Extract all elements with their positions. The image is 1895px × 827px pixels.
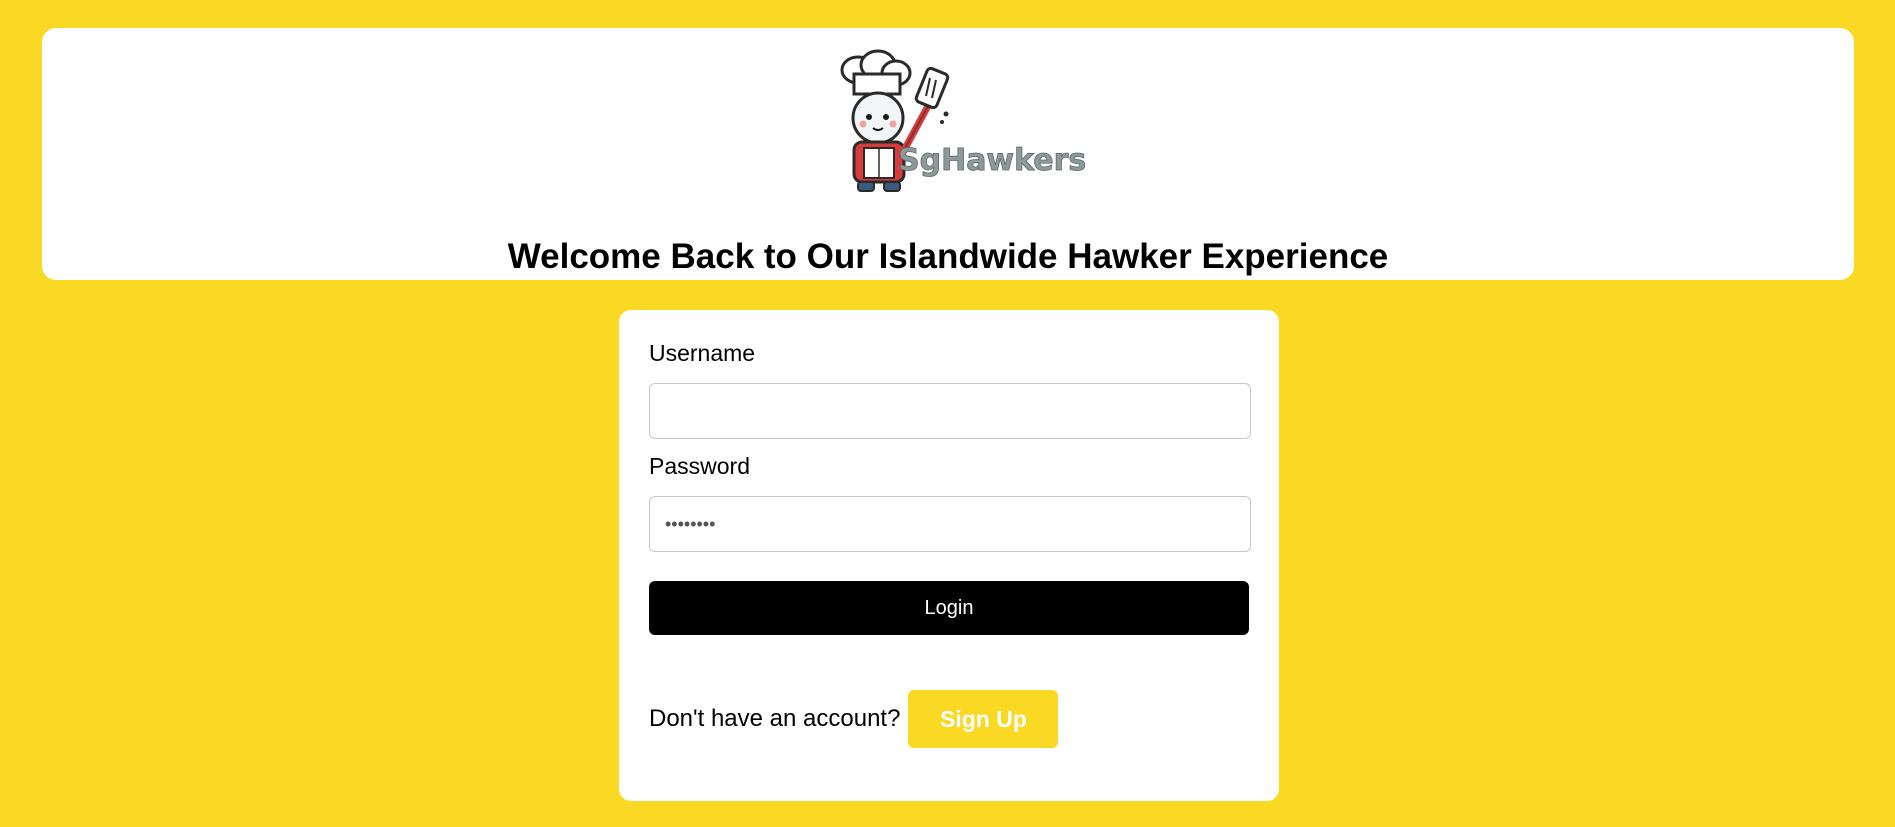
username-label: Username bbox=[649, 340, 756, 366]
username-input[interactable] bbox=[649, 383, 1251, 439]
page-title: Welcome Back to Our Islandwide Hawker Ex… bbox=[507, 237, 1389, 276]
signup-row: Don't have an account? Sign Up bbox=[649, 690, 1059, 748]
password-label: Password bbox=[649, 453, 750, 479]
sghawkers-logo: SgHawkers bbox=[818, 48, 1108, 198]
password-input[interactable] bbox=[649, 496, 1251, 552]
signup-button[interactable]: Sign Up bbox=[908, 690, 1059, 748]
login-form: Username Password Login Don't have an ac… bbox=[619, 310, 1279, 801]
header-card: SgHawkers Welcome Back to Our Islandwide… bbox=[42, 28, 1854, 280]
signup-prompt: Don't have an account? bbox=[649, 705, 901, 732]
login-button[interactable]: Login bbox=[649, 581, 1249, 635]
logo-wordmark: SgHawkers bbox=[898, 143, 1086, 178]
